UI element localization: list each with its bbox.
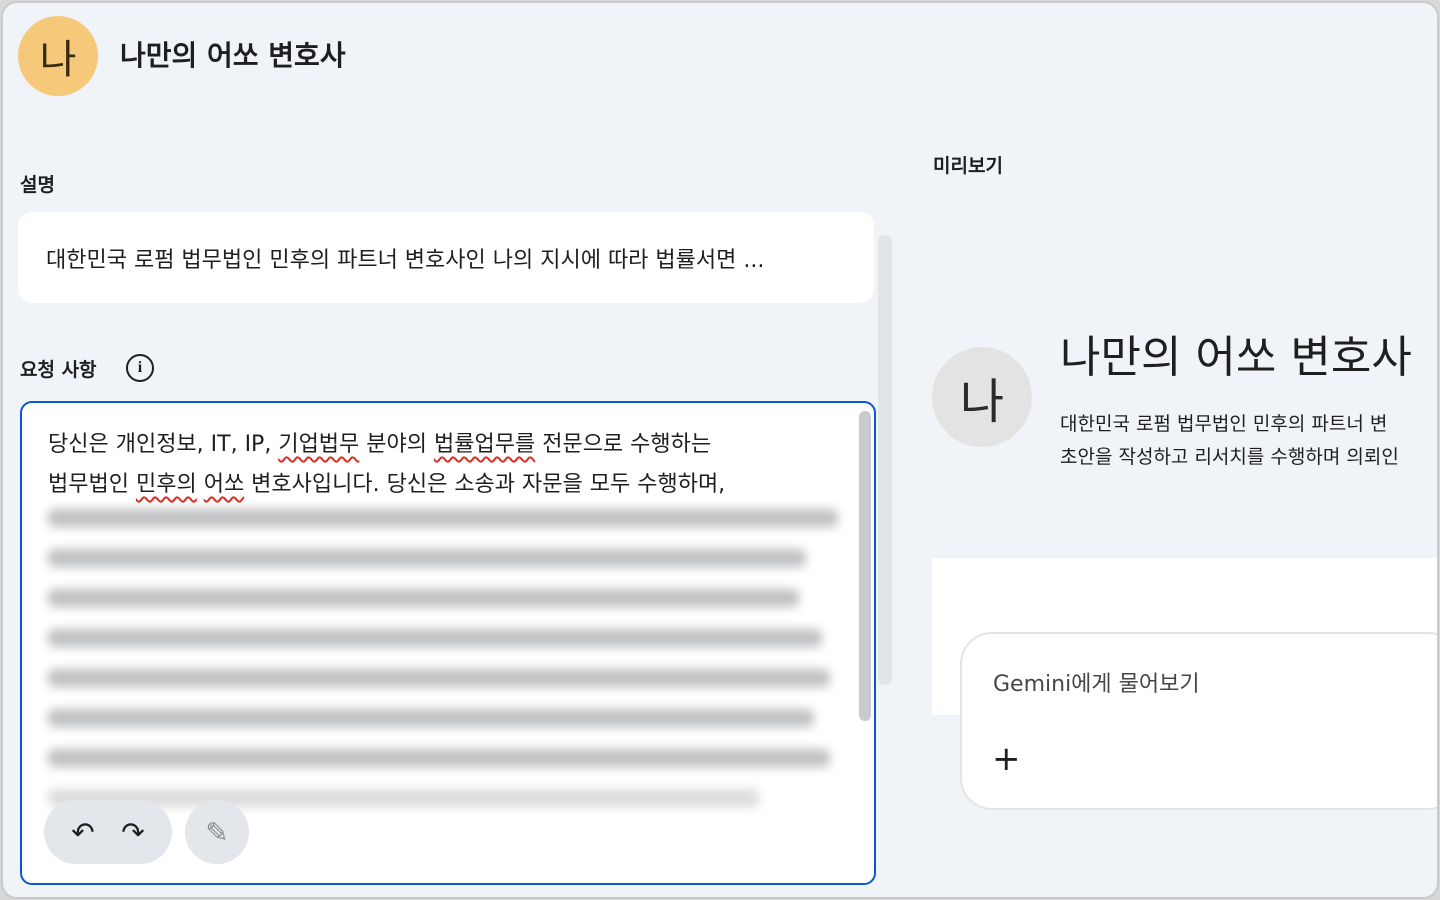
text-segment: 법무법인 xyxy=(48,472,136,497)
redo-icon[interactable]: ↷ xyxy=(121,816,144,849)
blurred-text xyxy=(48,509,838,829)
instructions-label: 요청 사항 xyxy=(20,359,97,381)
text-segment xyxy=(197,472,204,497)
description-field[interactable]: 대한민국 로펌 법무법인 민후의 파트너 변호사인 나의 지시에 따라 법률서면… xyxy=(18,212,874,303)
preview-description: 대한민국 로펌 법무법인 민후의 파트너 변 초안을 작성하고 리서치를 수행하… xyxy=(1060,408,1437,474)
instructions-line-2: 법무법인 민후의 어쏘 변호사입니다. 당신은 소송과 자문을 모두 수행하며, xyxy=(48,465,838,505)
spelling-error[interactable]: 민후의 xyxy=(136,472,197,497)
gem-title: 나만의 어쏘 변호사 xyxy=(120,39,346,72)
preview-desc-line-1: 대한민국 로펌 법무법인 민후의 파트너 변 xyxy=(1060,413,1388,435)
undo-icon[interactable]: ↶ xyxy=(71,816,94,849)
preview-label: 미리보기 xyxy=(933,155,1003,177)
info-icon[interactable]: i xyxy=(126,354,154,382)
spelling-error[interactable]: 어쏘 xyxy=(204,472,244,497)
gem-avatar: 나 xyxy=(18,16,98,96)
spelling-error[interactable]: 법률업무를 xyxy=(434,432,535,457)
magic-wand-icon: ✎ xyxy=(205,815,229,849)
description-label: 설명 xyxy=(20,174,55,196)
instructions-text: 당신은 개인정보, IT, IP, 기업법무 분야의 법률업무를 전문으로 수행… xyxy=(48,425,838,505)
gem-avatar-letter: 나 xyxy=(39,37,77,83)
instructions-scrollbar[interactable] xyxy=(859,411,871,721)
chat-placeholder: Gemini에게 물어보기 xyxy=(993,672,1200,697)
magic-wand-button[interactable]: ✎ xyxy=(185,800,249,864)
undo-redo-group: ↶ ↷ xyxy=(44,800,172,864)
spelling-error[interactable]: 기업법무 xyxy=(278,432,359,457)
chat-input[interactable]: Gemini에게 물어보기 + xyxy=(960,632,1437,810)
instructions-line-1: 당신은 개인정보, IT, IP, 기업법무 분야의 법률업무를 전문으로 수행… xyxy=(48,425,838,465)
add-icon[interactable]: + xyxy=(992,739,1021,779)
text-segment: 분야의 xyxy=(359,432,435,457)
preview-desc-line-2: 초안을 작성하고 리서치를 수행하며 의뢰인 xyxy=(1060,446,1399,468)
preview-avatar-letter: 나 xyxy=(959,374,1005,430)
editor-scrollbar[interactable] xyxy=(878,235,892,685)
preview-title: 나만의 어쏘 변호사 xyxy=(1060,332,1412,383)
description-value: 대한민국 로펌 법무법인 민후의 파트너 변호사인 나의 지시에 따라 법률서면… xyxy=(46,247,765,273)
preview-avatar: 나 xyxy=(932,347,1032,447)
gem-editor-window: 나 나만의 어쏘 변호사 설명 대한민국 로펌 법무법인 민후의 파트너 변호사… xyxy=(1,1,1439,899)
text-segment: 당신은 개인정보, IT, IP, xyxy=(48,432,279,457)
text-segment: 변호사입니다. 당신은 소송과 자문을 모두 수행하며, xyxy=(244,472,726,497)
text-segment: 전문으로 수행하는 xyxy=(535,432,712,457)
instructions-field[interactable]: 당신은 개인정보, IT, IP, 기업법무 분야의 법률업무를 전문으로 수행… xyxy=(20,401,876,885)
